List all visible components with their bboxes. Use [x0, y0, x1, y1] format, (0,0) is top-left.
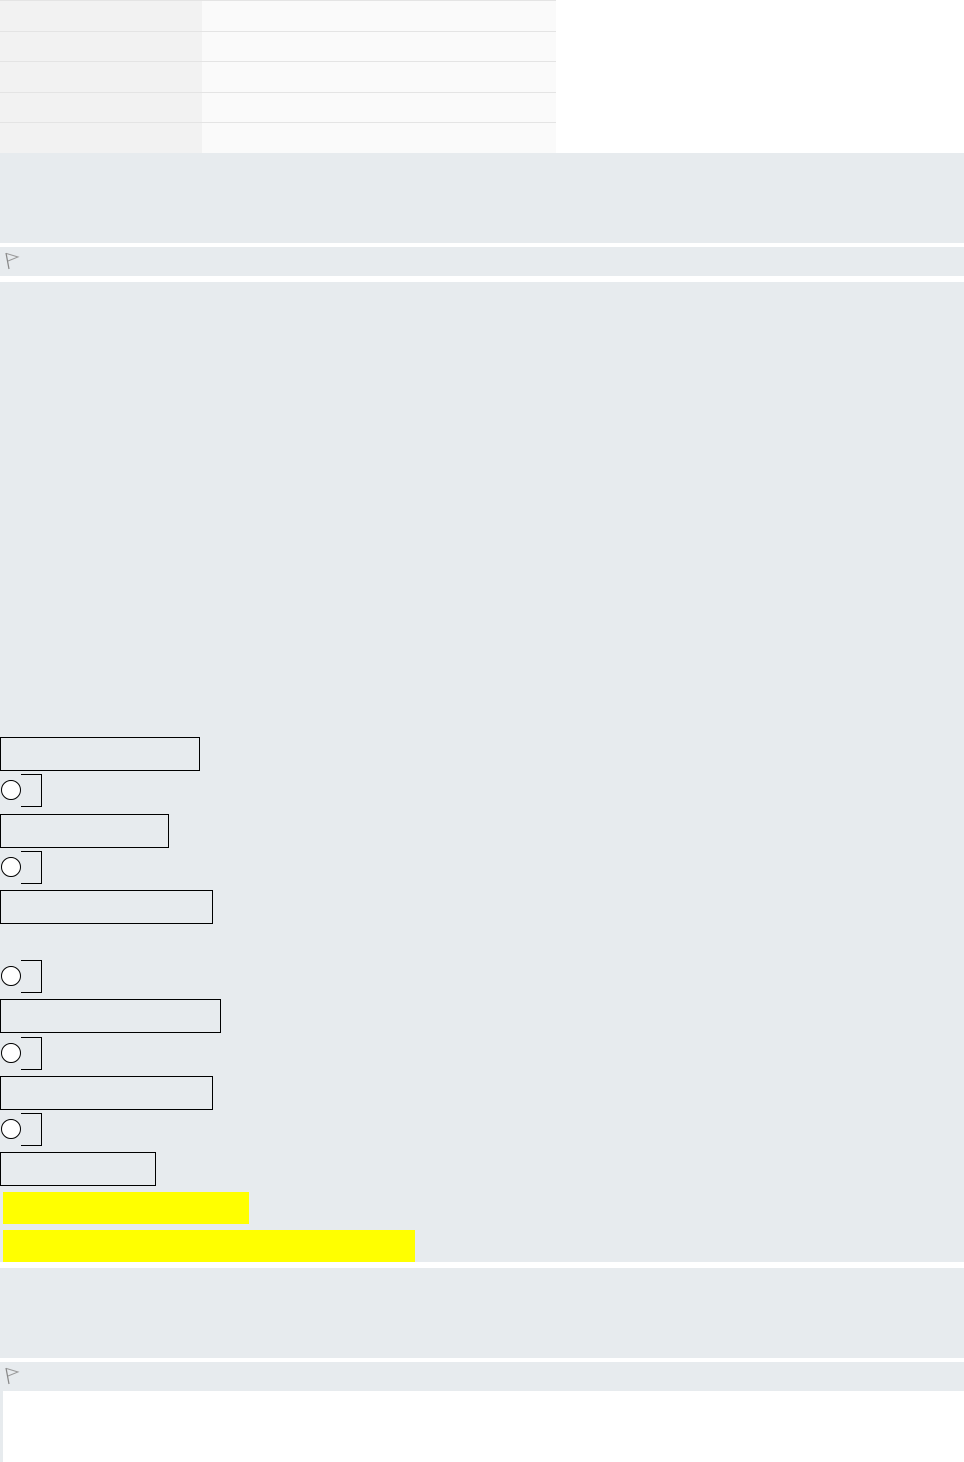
question-info-panel	[0, 153, 964, 243]
answer-option-label	[0, 814, 169, 848]
answer-radio[interactable]	[1, 1043, 21, 1063]
answer-marker	[21, 1037, 42, 1070]
question-content-panel	[0, 282, 964, 1262]
answer-radio[interactable]	[1, 857, 21, 877]
answer-radio[interactable]	[1, 1119, 21, 1139]
answer-option-label	[0, 1076, 213, 1110]
summary-row	[0, 31, 556, 63]
summary-cell-value	[202, 93, 556, 124]
summary-row	[0, 122, 556, 154]
question-info-panel-2	[0, 1268, 964, 1358]
flag-icon[interactable]	[4, 1367, 20, 1385]
summary-cell-label	[0, 1, 202, 32]
specific-feedback	[3, 1192, 249, 1224]
summary-cell-value	[202, 123, 556, 154]
flag-icon[interactable]	[4, 252, 20, 270]
general-feedback	[3, 1230, 415, 1262]
summary-row	[0, 0, 556, 32]
answer-radio[interactable]	[1, 966, 21, 986]
answer-marker	[21, 774, 42, 807]
summary-cell-label	[0, 93, 202, 124]
answer-option-label	[0, 1152, 156, 1186]
summary-row	[0, 61, 556, 93]
answer-option-label	[0, 999, 221, 1033]
summary-cell-value	[202, 32, 556, 63]
answer-marker	[21, 851, 42, 884]
answer-radio[interactable]	[1, 780, 21, 800]
answer-marker	[21, 1113, 42, 1146]
answer-marker	[21, 960, 42, 993]
answer-option-label	[0, 737, 200, 771]
summary-cell-label	[0, 32, 202, 63]
summary-cell-label	[0, 62, 202, 93]
flag-question-bar-2[interactable]	[0, 1362, 964, 1391]
flag-question-bar[interactable]	[0, 247, 964, 276]
summary-cell-label	[0, 123, 202, 154]
question-content-panel-2	[0, 1391, 964, 1462]
summary-cell-value	[202, 1, 556, 32]
summary-cell-value	[202, 62, 556, 93]
answer-option-label	[0, 890, 213, 924]
summary-row	[0, 92, 556, 124]
